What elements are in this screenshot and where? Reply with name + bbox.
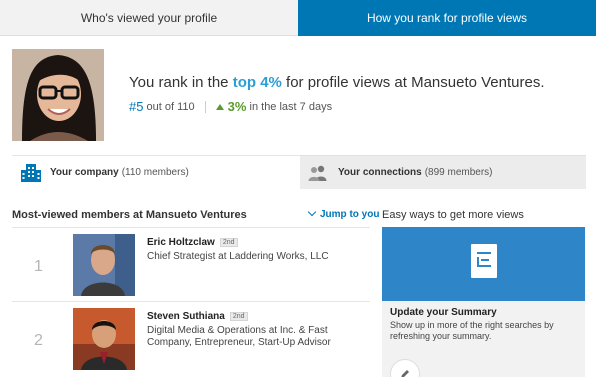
people-icon (308, 165, 328, 181)
rank-out-of: out of 110 (146, 100, 195, 113)
member-row: 2 Steven Suthiana 2nd Digital Media & Ope… (12, 301, 370, 377)
update-summary-card[interactable]: Update your Summary Show up in more of t… (382, 227, 585, 377)
rank-highlight: top 4% (232, 74, 282, 91)
segment-company-label: Your company (50, 167, 119, 178)
jump-to-you-link[interactable]: Jump to you (307, 207, 380, 220)
member-rank: 2 (34, 332, 43, 349)
up-arrow-icon (215, 103, 224, 110)
card-banner (382, 227, 585, 301)
tab-how-you-rank[interactable]: How you rank for profile views (298, 0, 596, 36)
card-heading: Update your Summary (390, 307, 497, 318)
segment-company-count: (110 members) (121, 167, 189, 178)
card-description: Show up in more of the right searches by… (390, 320, 554, 341)
pencil-icon (399, 367, 411, 377)
member-rank: 1 (34, 258, 43, 275)
edit-summary-button[interactable] (390, 359, 420, 377)
rank-change: 3% (227, 99, 247, 114)
segment-connections-label: Your connections (338, 167, 422, 178)
member-photo[interactable] (73, 308, 135, 370)
member-headline: Chief Strategist at Laddering Works, LLC (147, 251, 329, 262)
most-viewed-title: Most-viewed members at Mansueto Ventures (12, 209, 247, 221)
tab-bar: Who's viewed your profile How you rank f… (0, 0, 596, 36)
segment-your-company[interactable]: Your company (110 members) (12, 155, 300, 189)
member-row: 1 Eric Holtzclaw 2nd Chief Strategist at … (12, 227, 370, 301)
divider (204, 100, 206, 113)
profile-avatar (12, 49, 104, 141)
rank-headline: You rank in the top 4% for profile views… (129, 74, 545, 91)
member-photo[interactable] (73, 234, 135, 296)
member-name[interactable]: Eric Holtzclaw 2nd (147, 237, 238, 248)
chevron-down-icon (307, 207, 317, 217)
rank-prefix: You rank in the (129, 74, 229, 91)
tab-whos-viewed[interactable]: Who's viewed your profile (0, 0, 298, 36)
rank-suffix: for profile views at Mansueto Ventures. (286, 74, 545, 91)
degree-badge: 2nd (219, 238, 238, 247)
segment-connections-count: (899 members) (424, 167, 493, 178)
member-name-text[interactable]: Steven Suthiana (147, 311, 225, 322)
document-icon (471, 244, 497, 278)
building-icon (21, 163, 41, 182)
member-name[interactable]: Steven Suthiana 2nd (147, 311, 248, 322)
rank-period: in the last 7 days (249, 100, 333, 113)
jump-label: Jump to you (320, 209, 380, 220)
member-name-text[interactable]: Eric Holtzclaw (147, 237, 215, 248)
rank-stats: #5 out of 110 3% in the last 7 days (129, 99, 332, 114)
degree-badge: 2nd (229, 312, 248, 321)
segment-your-connections[interactable]: Your connections (899 members) (300, 155, 586, 189)
ways-title: Easy ways to get more views (382, 209, 524, 221)
rank-position: #5 (129, 99, 144, 114)
member-headline: Digital Media & Operations at Inc. & Fas… (147, 325, 331, 348)
